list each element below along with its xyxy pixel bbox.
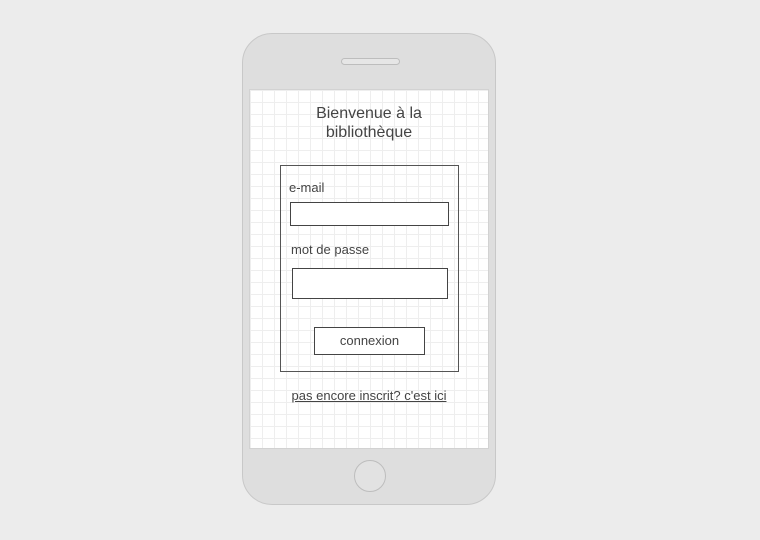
phone-speaker — [341, 58, 400, 65]
password-field[interactable] — [292, 268, 448, 299]
page-title-line-1: Bienvenue à la — [316, 105, 422, 122]
login-button[interactable]: connexion — [314, 327, 425, 355]
signup-link[interactable]: pas encore inscrit? c'est ici — [250, 388, 488, 403]
wireframe-canvas: Bienvenue à la bibliothèque e-mail mot d… — [0, 0, 760, 540]
email-label: e-mail — [289, 180, 325, 195]
login-form: e-mail mot de passe connexion — [280, 165, 459, 372]
phone-home-button[interactable] — [354, 460, 386, 492]
page-title-line-2: bibliothèque — [325, 124, 413, 141]
phone-screen: Bienvenue à la bibliothèque e-mail mot d… — [249, 89, 489, 449]
page-title: Bienvenue à la bibliothèque — [250, 104, 488, 142]
email-field[interactable] — [290, 202, 449, 226]
password-label: mot de passe — [291, 242, 370, 257]
